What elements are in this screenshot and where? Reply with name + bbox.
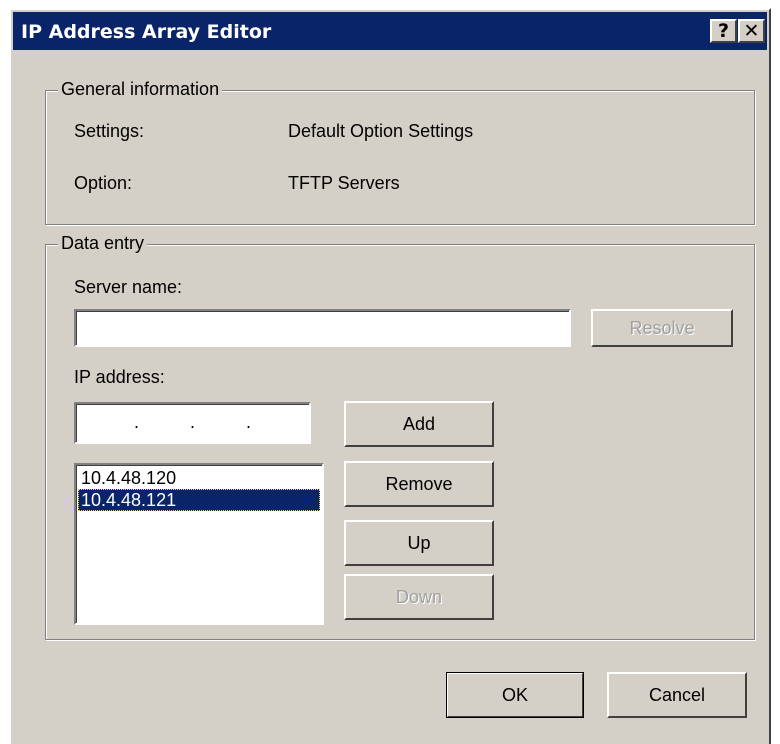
resolve-button[interactable]: Resolve <box>591 309 733 347</box>
settings-label: Settings: <box>74 121 145 141</box>
ip-address-input[interactable]: . . . <box>74 402 311 444</box>
settings-value: Default Option Settings <box>288 121 474 141</box>
up-button[interactable]: Up <box>344 520 494 566</box>
ok-button[interactable]: OK <box>446 672 584 718</box>
option-label: Option: <box>74 173 133 193</box>
data-entry-legend: Data entry <box>58 233 148 254</box>
server-name-label: Server name: <box>74 277 183 297</box>
list-item[interactable]: 10.4.48.120 <box>78 467 320 489</box>
close-button[interactable]: ✕ <box>738 19 765 43</box>
down-button[interactable]: Down <box>344 574 494 620</box>
option-value: TFTP Servers <box>288 173 400 193</box>
add-button[interactable]: Add <box>344 401 494 447</box>
window-title: IP Address Array Editor <box>21 21 272 43</box>
help-button[interactable]: ? <box>710 19 737 43</box>
ip-address-label: IP address: <box>74 367 165 387</box>
data-entry-group: Data entry Server name: Resolve IP addre… <box>45 233 755 640</box>
ip-address-list[interactable]: 10.4.48.120 10.4.48.121 <box>74 463 324 625</box>
ip-separator-2: . <box>190 412 196 432</box>
list-item-selected[interactable]: 10.4.48.121 <box>78 489 320 511</box>
ip-separator-1: . <box>134 412 140 432</box>
title-bar[interactable]: IP Address Array Editor ? ✕ <box>13 12 767 50</box>
server-name-input[interactable] <box>74 309 571 347</box>
general-information-group: General information Settings: Default Op… <box>45 79 755 225</box>
dialog-window: IP Address Array Editor ? ✕ General info… <box>9 8 771 744</box>
remove-button[interactable]: Remove <box>344 461 494 507</box>
ip-separator-3: . <box>246 412 252 432</box>
general-information-legend: General information <box>58 79 223 100</box>
cancel-button[interactable]: Cancel <box>607 672 747 718</box>
